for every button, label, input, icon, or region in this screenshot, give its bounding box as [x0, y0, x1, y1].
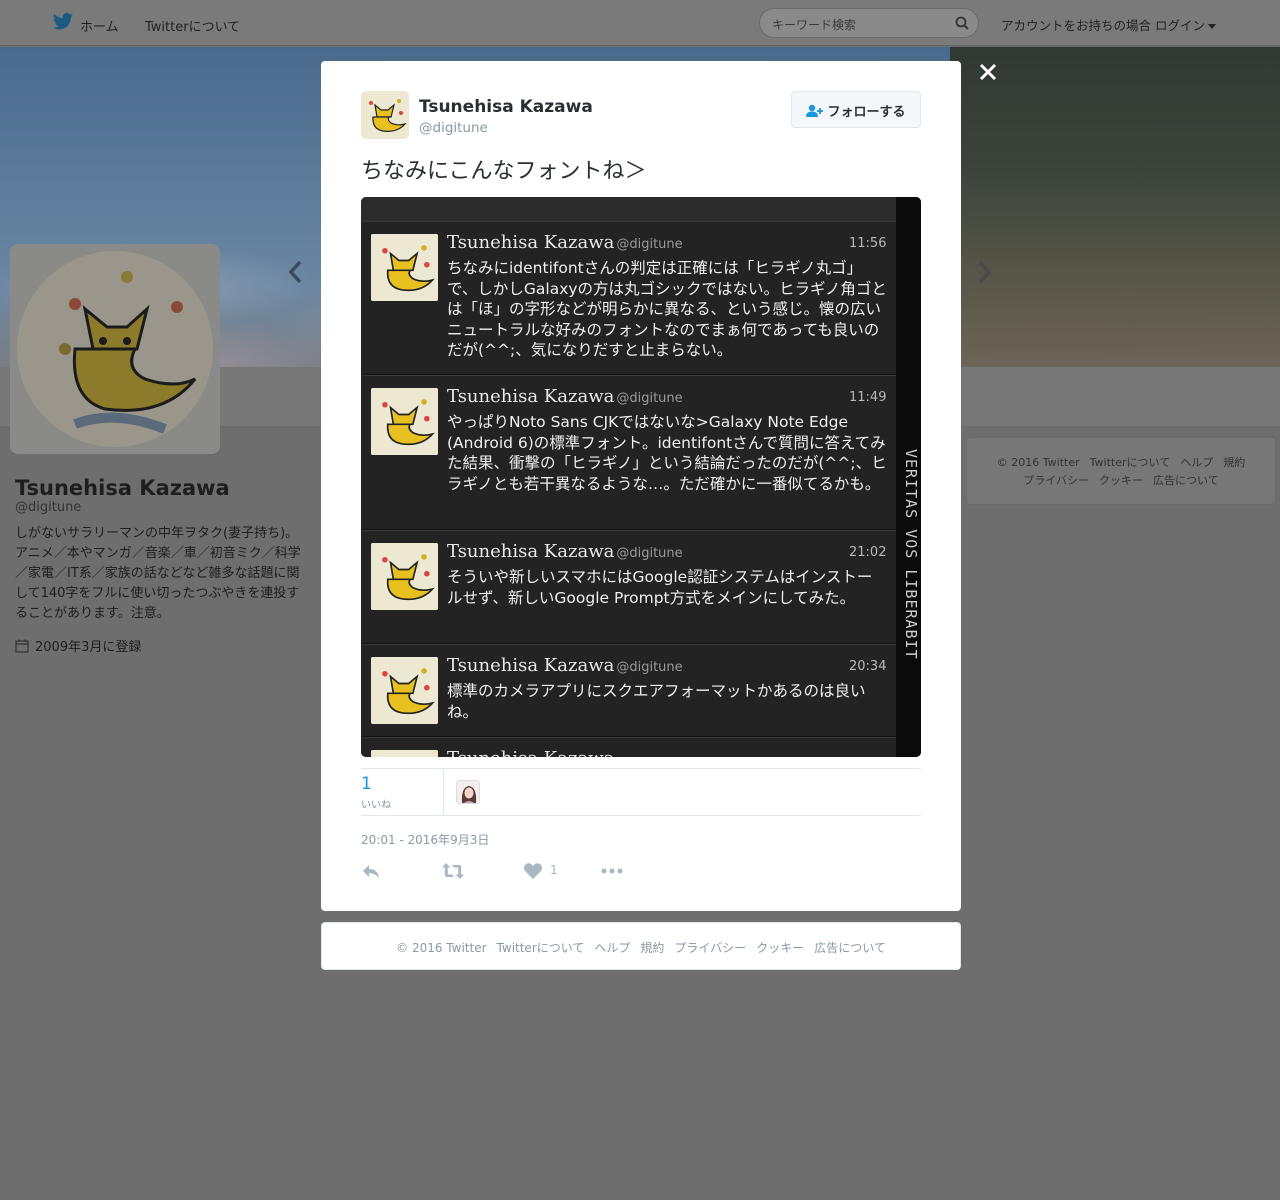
more-options-icon[interactable]: [601, 861, 623, 881]
inner-tweet-time: 21:02: [849, 545, 887, 560]
tweet-timestamp[interactable]: 20:01 - 2016年9月3日: [361, 831, 489, 848]
media-sidebar-text: VERITAS VOS LIBERABIT: [902, 448, 920, 660]
footer-link[interactable]: プライバシー: [1023, 474, 1089, 487]
inner-tweet-name: Tsunehisa Kazawa @digitune: [447, 386, 683, 407]
search-input[interactable]: キーワード検索: [759, 8, 979, 38]
footer-link[interactable]: © 2016 Twitter: [997, 456, 1080, 469]
nav-about-link[interactable]: Twitterについて: [145, 16, 240, 35]
search-placeholder: キーワード検索: [772, 18, 857, 32]
modal-footer: © 2016 Twitter Twitterについて ヘルプ 規約 プライバシー クッキー…: [321, 922, 961, 970]
avatar: [371, 388, 438, 455]
nav-home-link[interactable]: ホーム: [80, 16, 119, 35]
reply-icon[interactable]: [361, 861, 381, 881]
follow-user-icon: [806, 104, 824, 117]
heart-icon[interactable]: [523, 861, 543, 881]
inner-tweet-name: Tsunehisa Kazawa @digitune: [447, 541, 683, 562]
follow-label: フォローする: [827, 105, 906, 120]
inner-tweet-text: 標準のカメラアプリにスクエアフォーマットかあるのは良いね。: [447, 682, 866, 721]
list-item: Tsunehisa Kazawa @digitune 21:02 そういや新しいス…: [361, 530, 896, 644]
divider: [443, 769, 444, 815]
inner-tweet-text: そういや新しいスマホにはGoogle認証システムはインストールせず、新しいGoo…: [447, 568, 873, 607]
cat-avatar-icon: [371, 388, 438, 455]
inner-tweet-time: 11:56: [849, 236, 887, 251]
login-label: アカウントをお持ちの場合 ログイン: [1001, 18, 1205, 33]
likes-row: 1 いいね: [361, 768, 921, 816]
footer-link[interactable]: ヘルプ: [594, 941, 630, 955]
footer-link[interactable]: 規約: [1223, 456, 1245, 469]
tweet-actions: 1: [361, 859, 921, 883]
footer-link[interactable]: 広告について: [1153, 474, 1219, 487]
inner-tweet-name: Tsunehisa Kazawa @digitune: [447, 655, 683, 676]
avatar: [371, 657, 438, 724]
cat-avatar-icon: [371, 750, 438, 757]
footer-link[interactable]: © 2016 Twitter: [396, 941, 486, 955]
calendar-icon: [15, 639, 29, 653]
list-item: Tsunehisa Kazawa @digitune 11:49 やっぱりNoto…: [361, 375, 896, 530]
follow-button[interactable]: フォローする: [791, 91, 921, 128]
cat-avatar-icon: [371, 234, 438, 301]
profile-avatar[interactable]: [10, 244, 220, 454]
profile-handle[interactable]: @digitune: [15, 500, 81, 515]
profile-joined-date: 2009年3月に登録: [15, 636, 141, 655]
twitter-bird-icon[interactable]: [52, 12, 74, 32]
login-link[interactable]: アカウントをお持ちの場合 ログイン: [1001, 15, 1216, 34]
joined-label: 2009年3月に登録: [35, 640, 142, 655]
footer-link[interactable]: 規約: [640, 941, 664, 955]
chevron-down-icon: [1207, 24, 1216, 29]
author-handle[interactable]: @digitune: [419, 120, 488, 136]
media-status-bar: [361, 197, 921, 221]
chevron-left-icon[interactable]: [286, 258, 306, 286]
author-avatar[interactable]: [361, 91, 409, 139]
tweet-modal: Tsunehisa Kazawa @digitune フォローする ちなみにこん…: [321, 61, 961, 911]
inner-tweet-name: Tsunehisa Kazawa @digitune: [447, 232, 683, 253]
liker-avatar[interactable]: [456, 780, 480, 804]
cat-avatar-icon: [15, 249, 215, 449]
profile-name[interactable]: Tsunehisa Kazawa: [15, 476, 230, 500]
cat-avatar-icon: [361, 91, 409, 139]
like-action-count: 1: [550, 863, 558, 877]
footer-link[interactable]: クッキー: [1099, 474, 1143, 487]
person-avatar-icon: [457, 781, 479, 803]
tweet-text: ちなみにこんなフォントね＞: [361, 159, 647, 184]
retweet-icon[interactable]: [441, 861, 465, 881]
inner-tweet-time: 11:49: [849, 390, 887, 405]
list-item: Tsunehisa Kazawa: [361, 737, 896, 757]
inner-tweet-text: やっぱりNoto Sans CJKではないな>Galaxy Note Edge …: [447, 413, 887, 493]
cat-avatar-icon: [371, 657, 438, 724]
list-item: Tsunehisa Kazawa @digitune 11:56 ちなみにiden…: [361, 221, 896, 375]
footer-link[interactable]: 広告について: [814, 941, 886, 955]
cat-avatar-icon: [371, 543, 438, 610]
chevron-right-icon[interactable]: [974, 258, 994, 286]
footer-link[interactable]: Twitterについて: [1090, 456, 1171, 469]
footer-link[interactable]: Twitterについて: [497, 941, 585, 955]
avatar: [371, 750, 438, 757]
footer-link[interactable]: プライバシー: [674, 941, 746, 955]
avatar: [371, 543, 438, 610]
inner-tweet-text: ちなみにidentifontさんの判定は正確には「ヒラギノ丸ゴ」で、しかしGal…: [447, 259, 887, 359]
likes-label: いいね: [361, 800, 391, 811]
tweet-media-image[interactable]: Tsunehisa Kazawa @digitune 11:56 ちなみにiden…: [361, 197, 921, 757]
likes-count[interactable]: 1: [361, 774, 372, 794]
banner-trees: [950, 47, 1280, 367]
inner-tweet-time: 20:34: [849, 659, 887, 674]
side-footer: © 2016 Twitter Twitterについて ヘルプ 規約 プライバシー クッキ…: [966, 437, 1276, 505]
top-navigation-bar: ホーム Twitterについて キーワード検索 アカウントをお持ちの場合 ログイ…: [0, 0, 1280, 46]
list-item: Tsunehisa Kazawa @digitune 20:34 標準のカメラアプ…: [361, 644, 896, 737]
author-name[interactable]: Tsunehisa Kazawa: [419, 97, 593, 117]
search-icon[interactable]: [955, 16, 969, 30]
avatar: [371, 234, 438, 301]
footer-link[interactable]: ヘルプ: [1180, 456, 1213, 469]
inner-tweet-name: Tsunehisa Kazawa: [447, 748, 614, 757]
close-icon[interactable]: [977, 61, 999, 83]
profile-bio: しがないサラリーマンの中年ヲタク(妻子持ち)。アニメ／本やマンガ／音楽／車／初音…: [15, 526, 301, 621]
footer-link[interactable]: クッキー: [756, 941, 804, 955]
